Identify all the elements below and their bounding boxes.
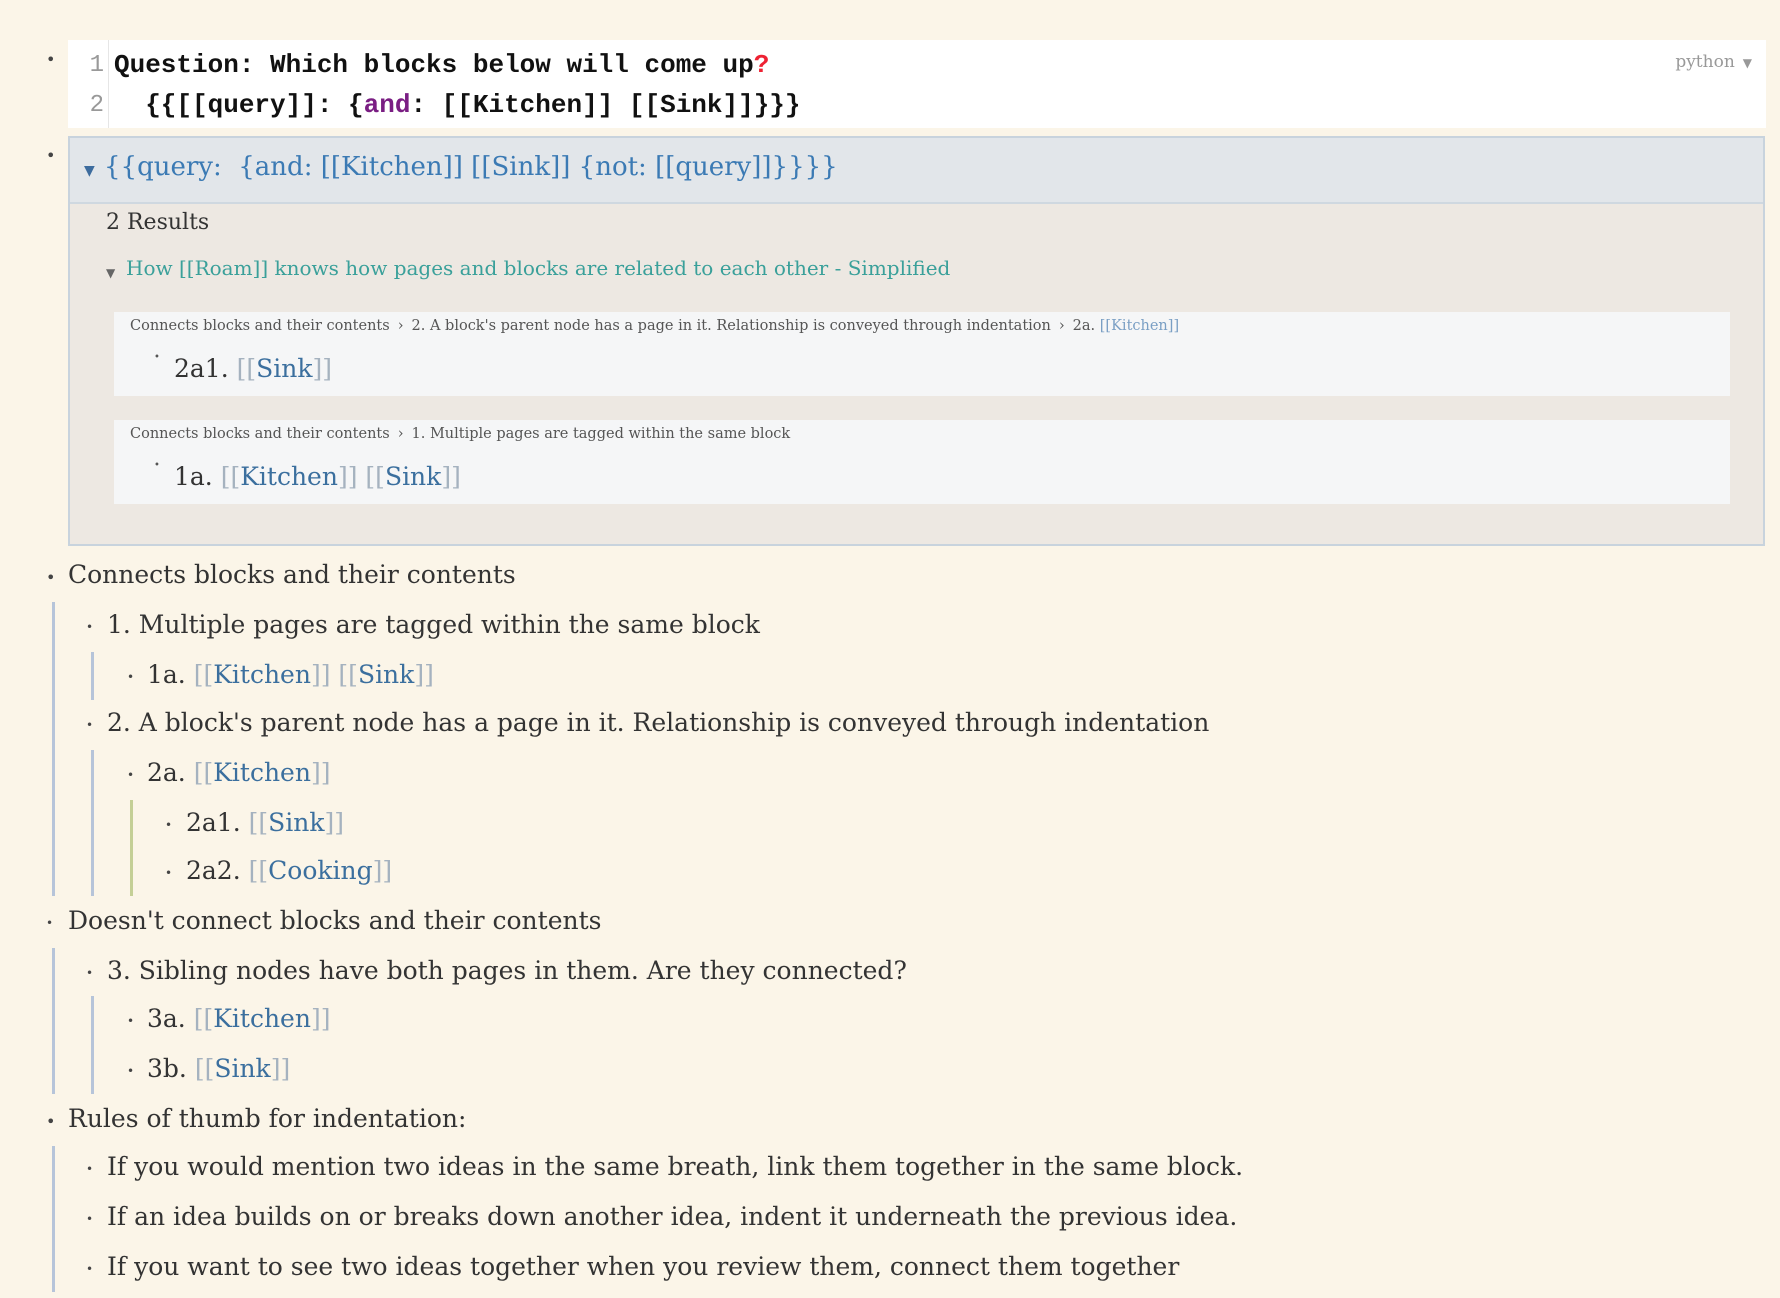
block-bullet[interactable]: • <box>165 818 172 832</box>
indent-guide[interactable] <box>130 800 133 896</box>
query-header[interactable]: ▼ {{query: {and: [[Kitchen]] [[Sink]] {n… <box>70 138 1763 204</box>
breadcrumb: Connects blocks and their contents › 1. Mu… <box>130 426 790 442</box>
page-link[interactable]: [[Sink]] <box>237 354 332 383</box>
indent-guide[interactable] <box>91 996 94 1094</box>
block-text[interactable]: 2a1. [[Sink]] <box>186 808 344 837</box>
block-text[interactable]: If an idea builds on or breaks down anot… <box>107 1202 1237 1231</box>
code-text: {{[[query]]: { <box>114 90 364 120</box>
page-link[interactable]: [[Sink]] <box>195 1054 290 1083</box>
breadcrumb-item[interactable]: 1. Multiple pages are tagged within the … <box>412 426 791 442</box>
page-link[interactable]: [[Kitchen]] <box>194 660 331 689</box>
query-block: ▼ {{query: {and: [[Kitchen]] [[Sink]] {n… <box>68 136 1765 546</box>
page-link[interactable]: [[Kitchen]] <box>194 1004 331 1033</box>
breadcrumb-item[interactable]: 2a. <box>1073 318 1095 334</box>
indent-guide[interactable] <box>91 750 94 896</box>
block-bullet[interactable]: • <box>127 768 134 782</box>
page-link[interactable]: [[Sink]] <box>365 462 460 491</box>
block-text[interactable]: If you would mention two ideas in the sa… <box>107 1152 1243 1181</box>
page-link[interactable]: [[Kitchen]] <box>221 462 358 491</box>
code-block[interactable]: 1 2 Question: Which blocks below will co… <box>68 40 1766 128</box>
breadcrumb-separator: › <box>397 426 404 442</box>
block-bullet[interactable]: • <box>127 1014 134 1028</box>
block-text[interactable]: Connects blocks and their contents <box>68 560 516 589</box>
block-bullet[interactable]: • <box>127 1064 134 1078</box>
block-bullet[interactable]: • <box>86 1212 93 1226</box>
breadcrumb-item[interactable]: Connects blocks and their contents <box>130 426 390 442</box>
code-keyword: and <box>363 90 411 120</box>
block-bullet[interactable]: • <box>46 1112 55 1131</box>
block-bullet[interactable]: • <box>127 670 134 684</box>
block-bullet[interactable]: • <box>86 1162 93 1176</box>
block-text[interactable]: 2. A block's parent node has a page in i… <box>107 708 1209 737</box>
line-number: 2 <box>89 92 104 119</box>
breadcrumb-separator: › <box>1058 318 1065 334</box>
block-bullet[interactable]: • <box>154 352 160 363</box>
page-link[interactable]: [[Cooking]] <box>249 856 393 885</box>
block-bullet[interactable]: • <box>86 966 93 980</box>
indent-guide[interactable] <box>52 948 55 1094</box>
block-bullet[interactable]: • <box>46 146 55 165</box>
breadcrumb-item[interactable]: 2. A block's parent node has a page in i… <box>412 318 1051 334</box>
code-line-1[interactable]: Question: Which blocks below will come u… <box>114 50 769 80</box>
page-link[interactable]: [[Kitchen]] <box>1100 318 1179 334</box>
block-text[interactable]: 2a. [[Kitchen]] <box>147 758 330 787</box>
block-text[interactable]: 3a. [[Kitchen]] <box>147 1004 330 1033</box>
block-bullet[interactable]: • <box>46 50 55 69</box>
code-question-mark: ? <box>753 50 770 80</box>
chevron-down-icon: ▼ <box>1742 56 1752 70</box>
block-text[interactable]: 3b. [[Sink]] <box>147 1054 290 1083</box>
block-text[interactable]: If you want to see two ideas together wh… <box>107 1252 1179 1281</box>
line-number: 1 <box>89 52 104 79</box>
query-text[interactable]: {{query: {and: [[Kitchen]] [[Sink]] {not… <box>104 152 838 182</box>
breadcrumb-item[interactable]: Connects blocks and their contents <box>130 318 390 334</box>
code-line-2[interactable]: {{[[query]]: {and: [[Kitchen]] [[Sink]]}… <box>114 90 801 120</box>
block-bullet[interactable]: • <box>86 620 93 634</box>
block-bullet[interactable]: • <box>86 718 93 732</box>
collapse-caret-icon[interactable]: ▼ <box>106 266 115 280</box>
collapse-caret-icon[interactable]: ▼ <box>84 163 95 179</box>
block-bullet[interactable]: • <box>46 916 53 930</box>
block-text[interactable]: 1. Multiple pages are tagged within the … <box>107 610 760 639</box>
result-block-text[interactable]: 1a. [[Kitchen]] [[Sink]] <box>174 462 461 491</box>
language-selector[interactable]: python ▼ <box>1675 52 1752 72</box>
page-link[interactable]: [[Sink]] <box>338 660 433 689</box>
page-link[interactable]: [[Sink]] <box>249 808 344 837</box>
block-text[interactable]: Doesn't connect blocks and their content… <box>68 906 601 935</box>
indent-guide[interactable] <box>52 1146 55 1292</box>
line-number-gutter: 1 2 <box>68 40 109 128</box>
block-text[interactable]: Rules of thumb for indentation: <box>68 1104 466 1133</box>
block-bullet[interactable]: • <box>46 568 55 587</box>
results-count: 2 Results <box>106 210 210 235</box>
block-text[interactable]: 2a2. [[Cooking]] <box>186 856 392 885</box>
indent-guide[interactable] <box>52 602 55 896</box>
breadcrumb-separator: › <box>397 318 404 334</box>
result-card: Connects blocks and their contents › 2. A … <box>114 312 1730 396</box>
block-text[interactable]: 1a. [[Kitchen]] [[Sink]] <box>147 660 434 689</box>
indent-guide[interactable] <box>91 652 94 700</box>
result-block-text[interactable]: 2a1. [[Sink]] <box>174 354 332 383</box>
result-card: Connects blocks and their contents › 1. Mu… <box>114 420 1730 504</box>
code-text: : [[Kitchen]] [[Sink]]}}} <box>410 90 801 120</box>
language-label: python <box>1675 52 1735 72</box>
result-page-title[interactable]: How [[Roam]] knows how pages and blocks … <box>126 256 950 280</box>
block-bullet[interactable]: • <box>165 866 172 880</box>
breadcrumb: Connects blocks and their contents › 2. A … <box>130 318 1179 334</box>
page-link[interactable]: [[Kitchen]] <box>194 758 331 787</box>
block-bullet[interactable]: • <box>154 460 160 471</box>
block-bullet[interactable]: • <box>86 1262 93 1276</box>
code-text: Question: Which blocks below will come u… <box>114 50 754 80</box>
block-text[interactable]: 3. Sibling nodes have both pages in them… <box>107 956 907 985</box>
